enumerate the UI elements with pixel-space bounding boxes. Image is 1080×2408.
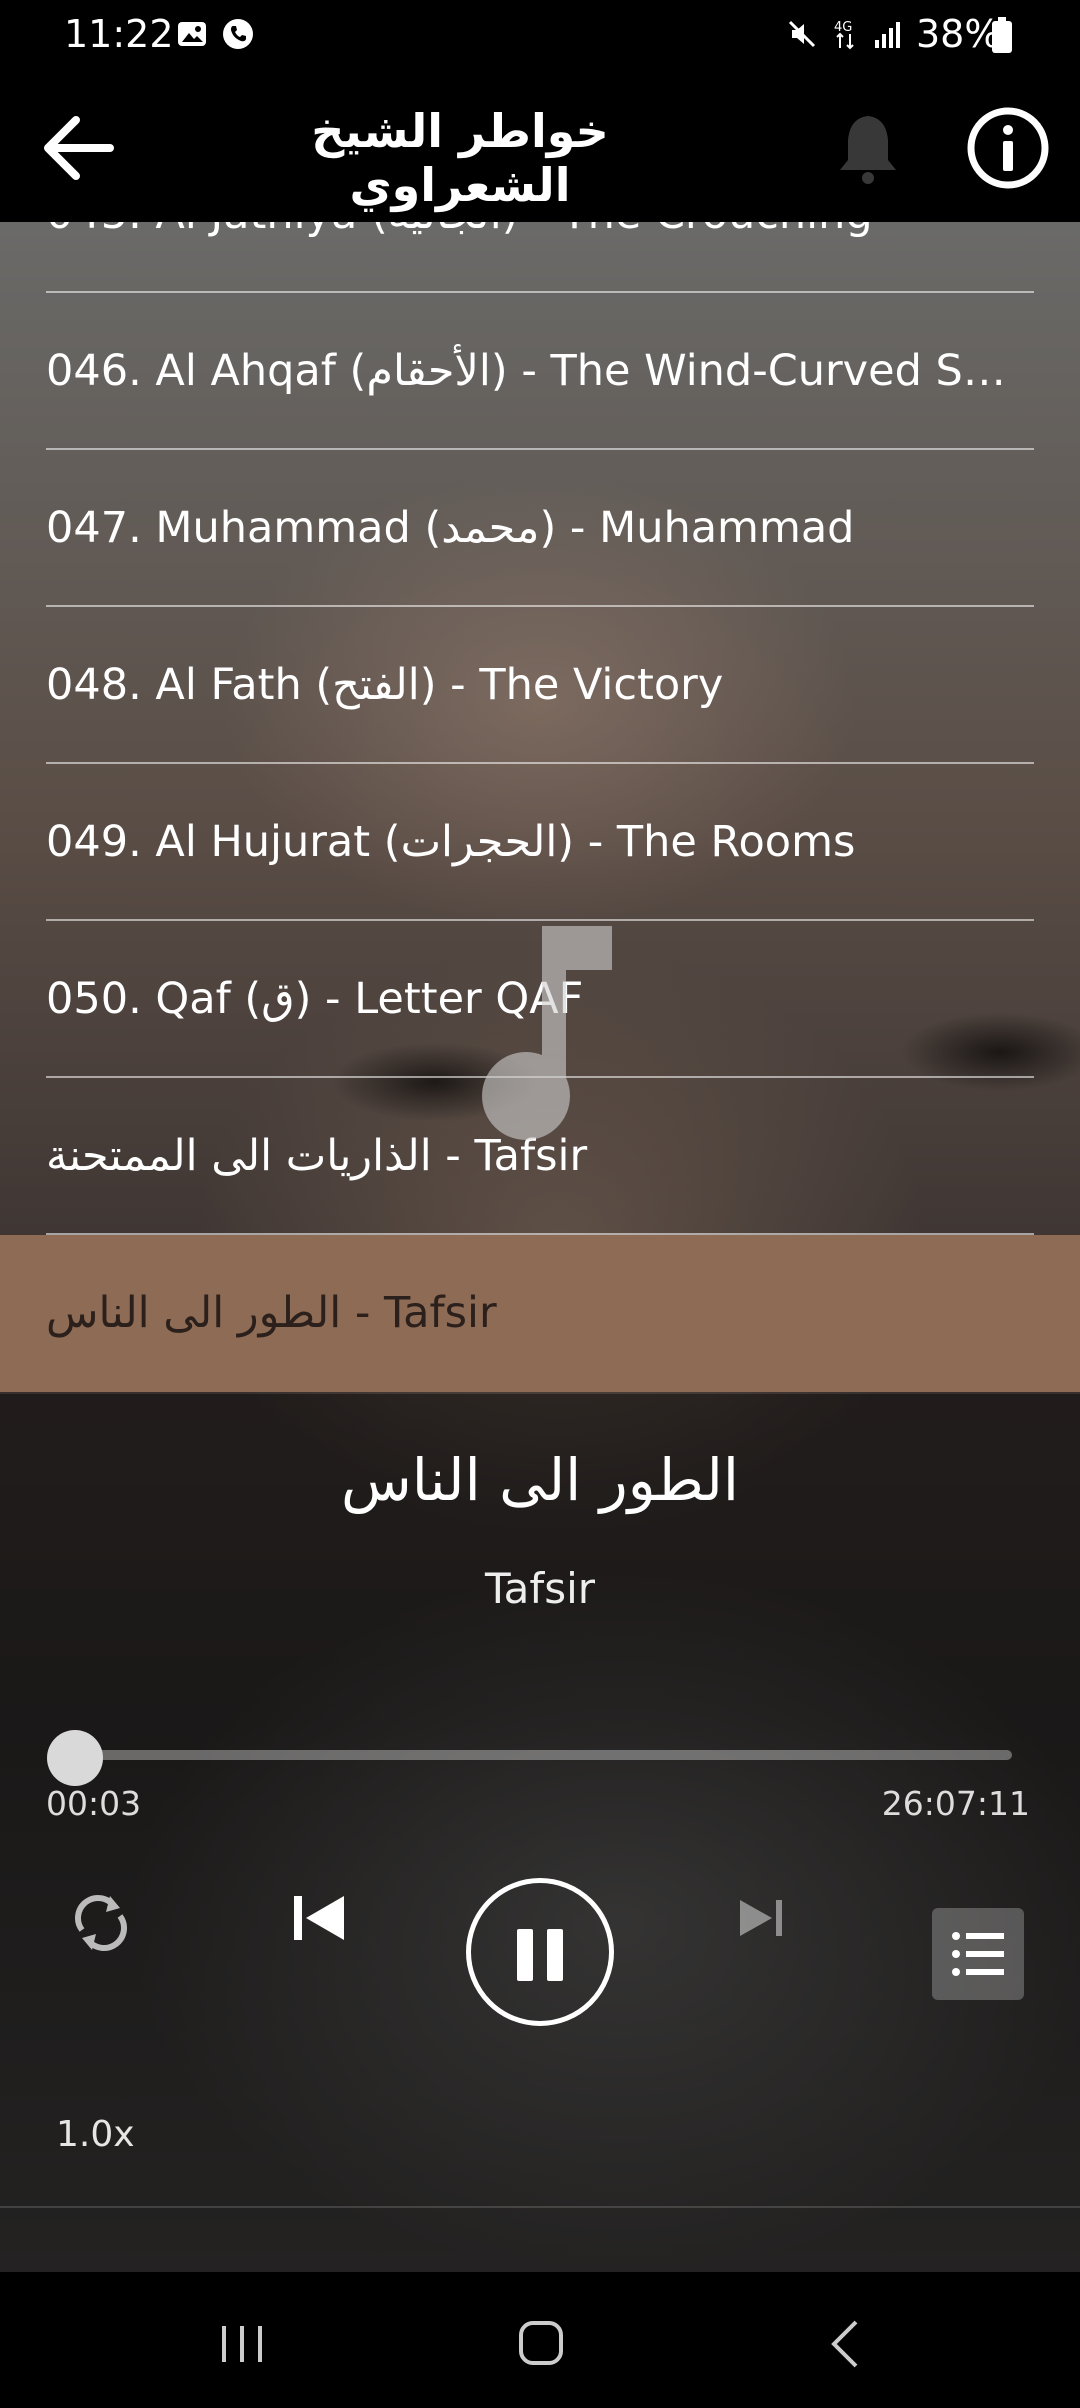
pause-button[interactable] [466,1878,614,2026]
playlist-button[interactable] [932,1908,1024,2000]
divider [0,2206,1080,2208]
list-item[interactable]: 047. Muhammad (محمد) - Muhammad [0,450,1080,607]
list-item-active[interactable]: الطور الى الناس - Tafsir [0,1235,1080,1392]
back-arrow-icon[interactable] [40,112,120,184]
list-item[interactable]: 048. Al Fath (الفتح) - The Victory [0,607,1080,764]
now-playing-title: الطور الى الناس [340,1446,740,1514]
info-icon[interactable] [966,106,1050,190]
track-list: 045. Al Jathiya (الجاثية) - The Crouchin… [0,222,1080,1394]
now-playing-subtitle: Tafsir [484,1564,596,1613]
bell-icon[interactable] [830,110,906,186]
music-note-icon [482,926,612,1140]
list-item-label: 048. Al Fath (الفتح) - The Victory [46,660,724,710]
repeat-icon[interactable] [66,1888,136,1958]
list-item-label: 049. Al Hujurat (الحجرات) - The Rooms [46,817,856,867]
seek-thumb[interactable] [46,1730,103,1786]
list-item[interactable]: 049. Al Hujurat (الحجرات) - The Rooms [0,764,1080,921]
playback-speed[interactable]: 1.0x [56,2114,135,2155]
battery-icon [992,17,1012,53]
total-time: 26:07:11 [881,1784,1030,1823]
image-icon [178,22,206,46]
page-title: خواطر الشيخ الشعراوي [311,104,609,212]
playlist-icon [952,1932,1004,1976]
list-item-label: الطور الى الناس - Tafsir [46,1288,497,1338]
skip-next-icon[interactable] [732,1888,792,1948]
mute-icon [788,20,816,48]
signal-icon [875,22,900,48]
data-arrows-icon: 4G [834,20,854,50]
app-bar: خواطر الشيخ الشعراوي [0,74,1080,222]
list-item[interactable]: 046. Al Ahqaf (الأحقام) - The Wind-Curve… [0,293,1080,450]
list-item-label: 045. Al Jathiya (الجاثية) - The Crouchin… [46,222,1026,293]
current-time: 00:03 [46,1784,142,1823]
system-nav-bar [0,2272,1080,2408]
list-item-label: 046. Al Ahqaf (الأحقام) - The Wind-Curve… [46,346,1026,396]
pause-icon [547,1929,563,1981]
skip-previous-icon[interactable] [284,1882,356,1954]
status-time: 11:22 [64,12,174,56]
nav-back-icon[interactable] [830,2318,860,2370]
pause-icon [517,1929,533,1981]
home-icon[interactable] [518,2320,564,2366]
list-item-label: 047. Muhammad (محمد) - Muhammad [46,503,855,553]
recents-icon[interactable] [218,2322,266,2366]
seek-bar[interactable] [62,1750,1012,1760]
status-bar: 11:22 4G 38% [0,0,1080,74]
list-item[interactable]: 045. Al Jathiya (الجاثية) - The Crouchin… [0,222,1080,293]
phone-icon [223,19,253,49]
battery-percent: 38% [916,12,1001,56]
svg-text:4G: 4G [834,20,852,35]
player-panel: الطور الى الناس Tafsir 00:03 26:07:11 1.… [0,1394,1080,2272]
